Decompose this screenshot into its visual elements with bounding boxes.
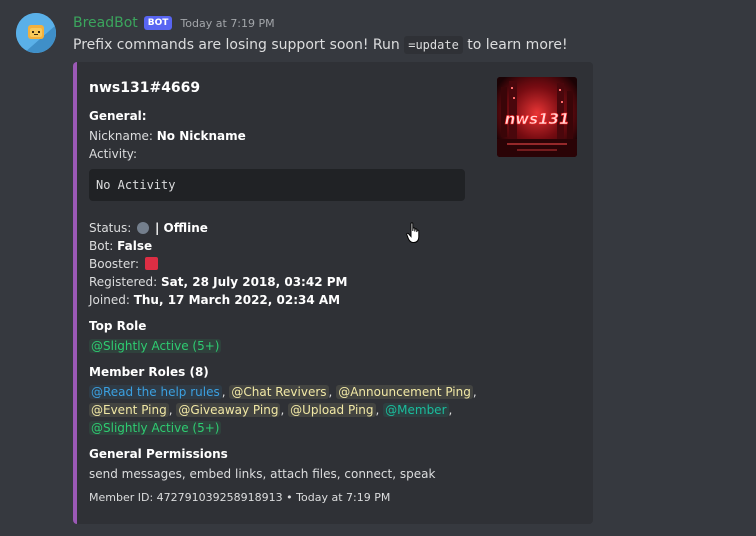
booster-label: Booster:: [89, 257, 140, 271]
author-name[interactable]: BreadBot: [73, 15, 138, 31]
bread-bot-avatar-icon: [16, 13, 56, 53]
nickname-value: No Nickname: [156, 129, 246, 143]
thumbnail-caption: nws131: [505, 110, 570, 128]
role-mention-slightly-active[interactable]: @Slightly Active (5+): [89, 421, 222, 435]
role-mention-giveaway-ping[interactable]: @Giveaway Ping: [176, 403, 281, 417]
offline-status-icon: [137, 222, 150, 234]
bot-avatar[interactable]: [16, 13, 56, 53]
joined-label: Joined:: [89, 293, 130, 307]
member-roles-line-2: @Event Ping, @Giveaway Ping, @Upload Pin…: [89, 403, 453, 417]
chat-message: BreadBot BOT Today at 7:19 PM Prefix com…: [0, 0, 756, 536]
registered-value: Sat, 28 July 2018, 03:42 PM: [161, 275, 348, 289]
role-mention-read-help-rules[interactable]: @Read the help rules: [89, 385, 222, 399]
inline-code: =update: [404, 36, 463, 54]
top-role-line: @Slightly Active (5+): [89, 337, 222, 355]
nickname-label: Nickname:: [89, 129, 153, 143]
message-content: Prefix commands are losing support soon!…: [73, 36, 568, 54]
hand-cursor-icon: [406, 222, 422, 248]
top-role-mention[interactable]: @Slightly Active (5+): [89, 339, 222, 353]
role-mention-chat-revivers[interactable]: @Chat Revivers: [229, 385, 329, 399]
message-text-before: Prefix commands are losing support soon!…: [73, 37, 405, 53]
registered-label: Registered:: [89, 275, 158, 289]
status-line: Status: | Offline: [89, 219, 208, 237]
role-mention-event-ping[interactable]: @Event Ping: [89, 403, 169, 417]
member-roles-label: Member Roles (8): [89, 365, 209, 379]
general-label: General:: [89, 109, 147, 123]
footer-timestamp: Today at 7:19 PM: [296, 491, 391, 504]
booster-line: Booster:: [89, 255, 158, 273]
status-label: Status:: [89, 221, 132, 235]
joined-value: Thu, 17 March 2022, 02:34 AM: [133, 293, 341, 307]
footer-separator: •: [286, 491, 293, 504]
message-header: BreadBot BOT Today at 7:19 PM: [73, 14, 275, 32]
neon-city-thumbnail-image: nws131: [497, 77, 577, 157]
message-timestamp: Today at 7:19 PM: [180, 16, 275, 30]
registered-line: Registered: Sat, 28 July 2018, 03:42 PM: [89, 273, 347, 291]
top-role-label: Top Role: [89, 319, 147, 333]
activity-label: Activity:: [89, 147, 138, 161]
footer-member-id: Member ID: 472791039258918913: [89, 491, 283, 504]
permissions-label: General Permissions: [89, 447, 228, 461]
bot-line: Bot: False: [89, 237, 152, 255]
activity-codeblock: No Activity: [89, 169, 465, 201]
nickname-line: Nickname: No Nickname: [89, 127, 246, 145]
member-roles-line-1: @Read the help rules, @Chat Revivers, @A…: [89, 385, 477, 399]
red-square-icon: [144, 257, 158, 270]
role-mention-announcement-ping[interactable]: @Announcement Ping: [336, 385, 473, 399]
permissions-value: send messages, embed links, attach files…: [89, 467, 436, 481]
embed-title: nws131#4669: [89, 80, 201, 96]
bot-label: Bot:: [89, 239, 114, 253]
embed-thumbnail[interactable]: nws131: [497, 77, 577, 157]
bot-value: False: [117, 239, 153, 253]
status-value: | Offline: [154, 221, 208, 235]
message-text-after: to learn more!: [462, 37, 568, 53]
joined-line: Joined: Thu, 17 March 2022, 02:34 AM: [89, 291, 340, 309]
bot-badge: BOT: [143, 16, 173, 30]
user-info-embed: nws131#4669 nws131 General: Nickname: No…: [73, 62, 593, 524]
role-mention-upload-ping[interactable]: @Upload Ping: [288, 403, 376, 417]
role-mention-member[interactable]: @Member: [383, 403, 449, 417]
member-roles-line-3: @Slightly Active (5+): [89, 419, 222, 437]
embed-footer: Member ID: 472791039258918913 • Today at…: [89, 491, 390, 505]
